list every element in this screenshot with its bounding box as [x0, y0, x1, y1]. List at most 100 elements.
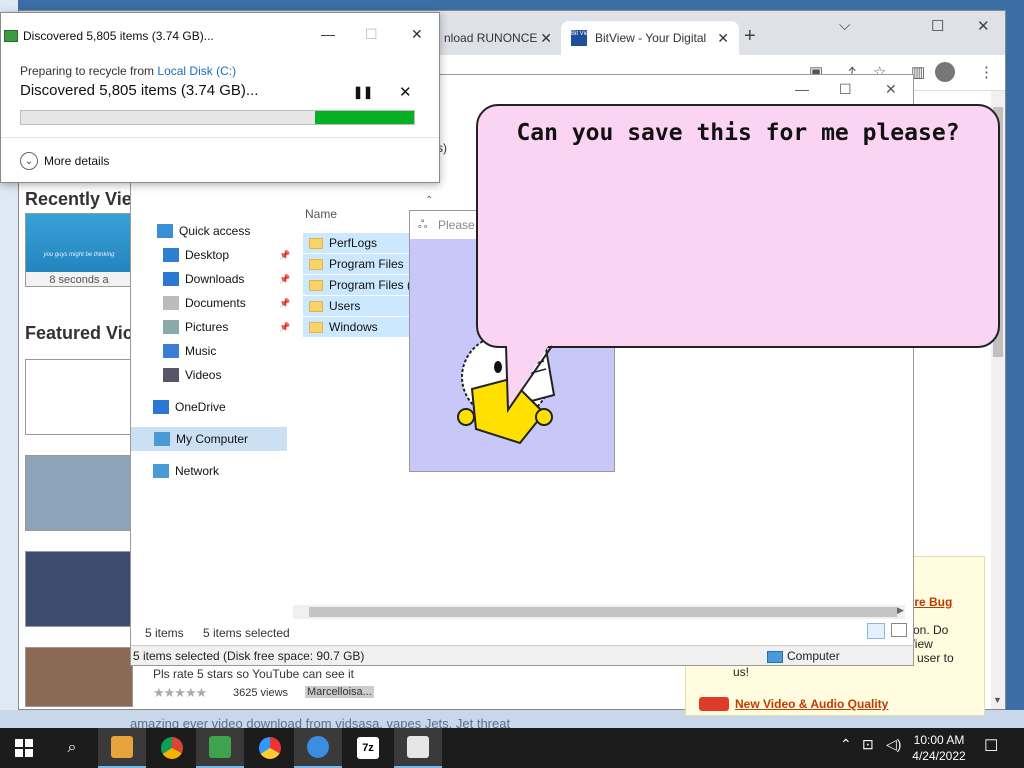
tab-label: BitView - Your Digital: [595, 31, 707, 45]
selection-count: 5 items selected: [203, 626, 290, 640]
bunny-app-taskbar-button[interactable]: [394, 728, 442, 768]
windows-logo-icon: [15, 739, 33, 757]
uploader-link[interactable]: Marcelloisa...: [305, 686, 374, 698]
start-button[interactable]: [0, 728, 48, 768]
nav-item-quick-access[interactable]: Quick access: [157, 219, 250, 243]
file-name: Users: [329, 299, 361, 313]
tab-bitview[interactable]: Bit View BitView - Your Digital ✕: [561, 21, 739, 55]
bars-app-icon: [209, 736, 231, 758]
bitview-favicon: Bit View: [571, 30, 593, 46]
more-details-button[interactable]: ⌄ More details: [20, 152, 109, 170]
item-count: 5 items: [145, 626, 184, 640]
chevron-down-icon: ⌄: [20, 152, 38, 170]
minimize-button[interactable]: —: [321, 26, 335, 42]
file-name: PerfLogs: [329, 236, 378, 250]
file-row[interactable]: Program Files (x: [303, 275, 413, 295]
chrome-taskbar-button[interactable]: [148, 728, 196, 768]
folder-icon: [309, 321, 323, 333]
nav-item-network[interactable]: Network: [153, 459, 219, 483]
file-row[interactable]: Windows: [303, 317, 413, 337]
featured-heading: Featured Vic: [25, 323, 133, 343]
large-icons-view-icon[interactable]: [891, 623, 907, 637]
close-tab-icon[interactable]: ✕: [540, 30, 552, 47]
search-button[interactable]: ⌕: [48, 728, 96, 768]
file-explorer-taskbar-button[interactable]: [98, 728, 146, 768]
sevenzip-taskbar-button[interactable]: 7z: [344, 728, 392, 768]
close-button[interactable]: ✕: [885, 81, 897, 98]
source-drive-link[interactable]: Local Disk (C:): [157, 64, 236, 78]
edge-taskbar-button[interactable]: [294, 728, 342, 768]
featured-video-thumbnail[interactable]: [25, 647, 133, 707]
notice-text-tail: us!: [733, 665, 750, 679]
details-view-icon[interactable]: [867, 623, 885, 639]
featured-video-thumbnail[interactable]: [25, 359, 133, 435]
speech-bubble-tail: [505, 340, 553, 414]
nav-item-pictures[interactable]: Pictures 📌: [163, 315, 290, 339]
folder-icon: [309, 258, 323, 270]
tab-runonce[interactable]: nload RUNONCE ✕: [434, 21, 562, 55]
file-row[interactable]: Program Files: [303, 254, 413, 274]
nav-item-downloads[interactable]: Downloads 📌: [163, 267, 290, 291]
maximize-button: ☐: [365, 26, 378, 42]
notifications-icon[interactable]: ☐: [984, 736, 998, 756]
close-window-button[interactable]: ✕: [977, 17, 990, 35]
maximize-button[interactable]: ☐: [931, 17, 944, 35]
new-badge-icon: [699, 697, 729, 711]
tab-label: nload RUNONCE: [444, 31, 538, 45]
close-tab-icon[interactable]: ✕: [717, 30, 729, 47]
picture-icon: [163, 320, 179, 334]
name-column-header[interactable]: Name: [305, 207, 337, 221]
nav-item-music[interactable]: Music: [163, 339, 216, 363]
nav-item-label: Network: [175, 464, 220, 478]
file-row[interactable]: PerfLogs: [303, 233, 413, 253]
new-tab-button[interactable]: +: [744, 25, 756, 48]
file-name: Windows: [329, 320, 378, 334]
maximize-button[interactable]: ☐: [839, 81, 852, 98]
featured-video-thumbnail[interactable]: [25, 455, 133, 531]
nav-item-label: OneDrive: [175, 400, 226, 414]
featured-video-thumbnail[interactable]: [25, 551, 133, 627]
music-icon: [163, 344, 179, 358]
chevron-down-icon[interactable]: ⌵: [839, 17, 850, 34]
video-title-link[interactable]: Pls rate 5 stars so YouTube can see it: [153, 667, 354, 681]
cancel-operation-icon[interactable]: ✕: [399, 83, 412, 101]
view-count: 3625 views: [233, 687, 289, 699]
nav-item-label: Pictures: [185, 320, 229, 334]
network-icon[interactable]: ⊡: [862, 736, 874, 753]
edge-icon: [307, 736, 329, 758]
new-video-quality-link[interactable]: New Video & Audio Quality: [735, 697, 888, 711]
popup-title: Please: [438, 218, 475, 232]
close-button[interactable]: ✕: [411, 26, 423, 43]
system-clock[interactable]: 10:00 AM 4/24/2022: [904, 732, 974, 764]
pause-icon[interactable]: ❚❚: [353, 85, 373, 99]
bunny-app-icon: ஃ: [418, 217, 428, 231]
download-icon: [163, 272, 179, 286]
menu-icon[interactable]: ⋮: [979, 63, 994, 81]
app-taskbar-button[interactable]: [196, 728, 244, 768]
folder-icon: [309, 300, 323, 312]
nav-item-desktop[interactable]: Desktop 📌: [163, 243, 290, 267]
volume-icon[interactable]: ◁): [886, 736, 901, 753]
nav-item-onedrive[interactable]: OneDrive: [153, 395, 226, 419]
rating-stars: ★★★★★: [153, 685, 207, 700]
document-icon: [163, 296, 179, 310]
scroll-down-icon[interactable]: ▼: [993, 695, 1002, 705]
minimize-button[interactable]: —: [795, 81, 809, 97]
profile-avatar[interactable]: [935, 62, 955, 82]
file-row[interactable]: Users: [303, 296, 413, 316]
recent-video-thumbnail[interactable]: you guys might be thinking 8 seconds a: [25, 213, 133, 287]
divider: [1, 137, 439, 138]
scrollbar-thumb[interactable]: [309, 607, 897, 617]
video-icon: [163, 368, 179, 382]
nav-item-label: Music: [185, 344, 217, 358]
browser-taskbar-button[interactable]: [246, 728, 294, 768]
status-bar: 5 items 5 items selected: [131, 623, 913, 643]
nav-item-label: Desktop: [185, 248, 230, 262]
folder-icon: [309, 279, 323, 291]
nav-item-videos[interactable]: Videos: [163, 363, 221, 387]
network-icon: [153, 464, 169, 478]
scroll-right-icon[interactable]: ▶: [897, 605, 904, 616]
nav-item-my-computer[interactable]: My Computer: [131, 427, 287, 451]
nav-item-documents[interactable]: Documents 📌: [163, 291, 290, 315]
chevron-up-icon[interactable]: ⌃: [840, 736, 852, 753]
